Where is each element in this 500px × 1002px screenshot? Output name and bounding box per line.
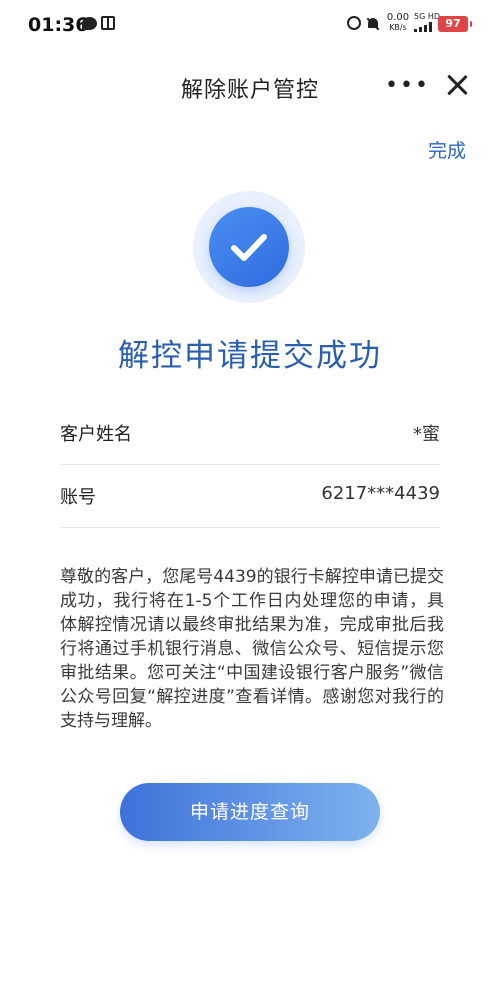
network-speed-value: 0.00 — [386, 12, 410, 23]
gift-notification-icon — [101, 16, 115, 30]
status-time: 01:36 — [28, 14, 89, 36]
customer-name-label: 客户姓名 — [60, 424, 132, 445]
network-speed: 0.00 KB/s — [385, 13, 411, 33]
done-button[interactable]: 完成 — [428, 136, 466, 163]
account-label: 账号 — [60, 487, 96, 508]
more-options-button[interactable]: ••• — [385, 73, 430, 98]
chat-notification-icon — [82, 17, 97, 30]
info-row-customer-name: 客户姓名 *蜜 — [60, 402, 440, 465]
description-text: 尊敬的客户，您尾号4439的银行卡解控申请已提交成功，我行将在1-5个工作日内处… — [60, 567, 444, 731]
mute-icon — [366, 16, 380, 30]
progress-query-button[interactable]: 申请进度查询 — [120, 783, 380, 841]
signal-icon — [414, 22, 434, 32]
success-title: 解控申请提交成功 — [118, 338, 382, 374]
close-button[interactable] — [442, 70, 472, 100]
battery-icon: 97 — [438, 16, 472, 32]
network-speed-unit: KB/s — [389, 23, 407, 32]
customer-name-value: *蜜 — [413, 424, 440, 445]
alarm-icon — [347, 16, 361, 30]
network-type: 5G HD — [414, 12, 441, 21]
account-value: 6217***4439 — [321, 483, 440, 504]
status-bar: 01:36 0.00 KB/s 5G HD 97 — [0, 0, 500, 50]
info-row-account: 账号 6217***4439 — [60, 465, 440, 528]
success-check-icon — [209, 207, 289, 287]
